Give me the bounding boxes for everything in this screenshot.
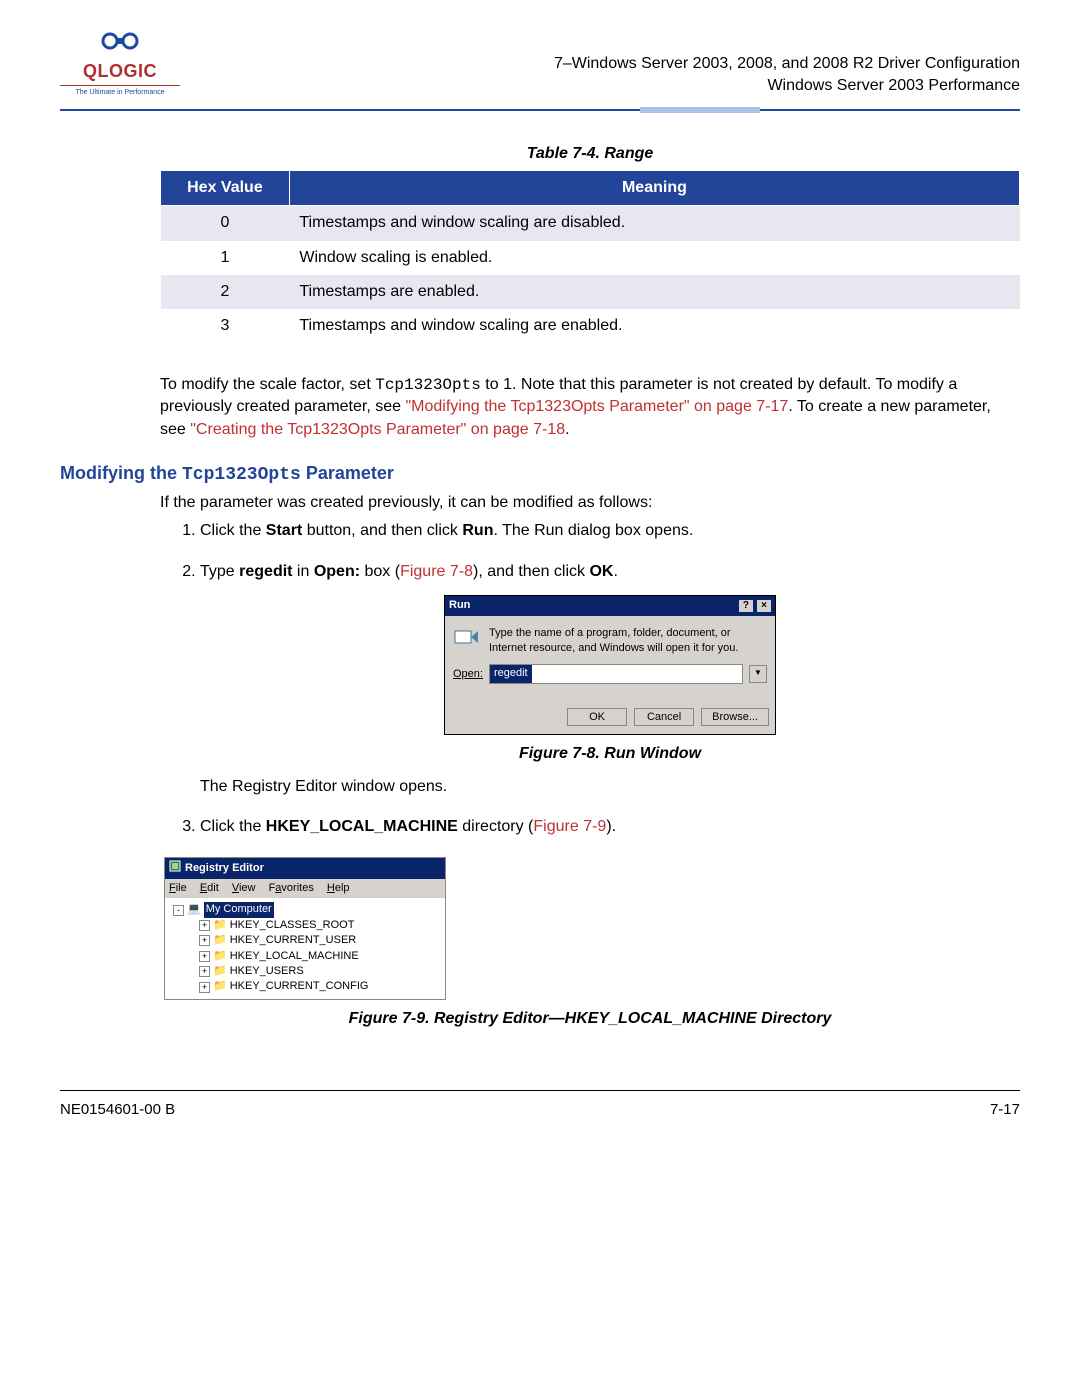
dropdown-icon[interactable]: ▼: [749, 665, 767, 683]
step-1: Click the Start button, and then click R…: [200, 520, 1020, 542]
open-label: Open:: [453, 667, 483, 682]
logo: QLOGIC The Ultimate in Performance: [60, 30, 180, 97]
expand-icon[interactable]: +: [199, 951, 210, 962]
open-input[interactable]: regedit: [489, 664, 743, 684]
logo-icon: [60, 30, 180, 59]
tree-key[interactable]: HKEY_CLASSES_ROOT: [230, 918, 355, 933]
run-dialog-title: Run: [449, 598, 470, 613]
folder-icon: 📁: [213, 979, 227, 994]
expand-icon[interactable]: +: [199, 935, 210, 946]
section-intro: If the parameter was created previously,…: [160, 492, 1020, 514]
folder-icon: 📁: [213, 918, 227, 933]
ok-button[interactable]: OK: [567, 708, 627, 726]
expand-icon[interactable]: +: [199, 982, 210, 993]
logo-tagline: The Ultimate in Performance: [60, 85, 180, 98]
registry-tree: - 💻 My Computer +📁HKEY_CLASSES_ROOT +📁HK…: [165, 898, 445, 998]
range-table: Hex Value Meaning 0Timestamps and window…: [160, 170, 1020, 344]
browse-button[interactable]: Browse...: [701, 708, 769, 726]
folder-icon: 📁: [213, 949, 227, 964]
close-icon[interactable]: ×: [757, 600, 771, 612]
cancel-button[interactable]: Cancel: [634, 708, 694, 726]
footer-page-number: 7-17: [990, 1099, 1020, 1120]
tree-key[interactable]: HKEY_LOCAL_MACHINE: [230, 949, 359, 964]
figure-7-9-caption: Figure 7-9. Registry Editor—HKEY_LOCAL_M…: [160, 1008, 1020, 1030]
step-3: Click the HKEY_LOCAL_MACHINE directory (…: [200, 816, 1020, 838]
figure-7-8-caption: Figure 7-8. Run Window: [200, 743, 1020, 765]
footer-doc-id: NE0154601-00 B: [60, 1099, 175, 1120]
table-row: 3Timestamps and window scaling are enabl…: [161, 309, 1020, 343]
step-2: Type regedit in Open: box (Figure 7-8), …: [200, 561, 1020, 798]
page-header-text: 7–Windows Server 2003, 2008, and 2008 R2…: [554, 53, 1020, 98]
logo-text: QLOGIC: [60, 59, 180, 84]
link-fig-7-8[interactable]: Figure 7-8: [400, 563, 473, 580]
collapse-icon[interactable]: -: [173, 905, 184, 916]
tree-key[interactable]: HKEY_USERS: [230, 964, 304, 979]
folder-icon: 📁: [213, 964, 227, 979]
link-creating[interactable]: "Creating the Tcp1323Opts Parameter" on …: [190, 421, 565, 438]
registry-editor: Registry Editor File Edit View Favorites…: [164, 857, 446, 1000]
menu-help[interactable]: Help: [327, 882, 350, 894]
table-row: 2Timestamps are enabled.: [161, 275, 1020, 309]
table-row: 1Window scaling is enabled.: [161, 241, 1020, 275]
regedit-title: Registry Editor: [185, 861, 264, 876]
regedit-icon: [169, 860, 181, 877]
run-desc: Type the name of a program, folder, docu…: [489, 626, 767, 657]
menu-bar: File Edit View Favorites Help: [165, 879, 445, 898]
computer-icon: 💻: [187, 902, 201, 917]
tree-my-computer[interactable]: My Computer: [204, 902, 274, 917]
section-heading: Modifying the Tcp1323Opts Parameter: [60, 461, 1020, 488]
run-dialog: Run ? × Type the name of a program, fold…: [444, 595, 776, 735]
menu-edit[interactable]: Edit: [200, 882, 219, 894]
header-rule: [60, 107, 1020, 113]
expand-icon[interactable]: +: [199, 920, 210, 931]
paragraph-scale-factor: To modify the scale factor, set Tcp1323O…: [160, 374, 1020, 441]
help-icon[interactable]: ?: [739, 600, 753, 612]
menu-view[interactable]: View: [232, 882, 256, 894]
header-line2: Windows Server 2003 Performance: [554, 75, 1020, 97]
link-fig-7-9[interactable]: Figure 7-9: [533, 818, 606, 835]
th-meaning: Meaning: [289, 170, 1019, 205]
menu-favorites[interactable]: Favorites: [269, 882, 314, 894]
after-step-2: The Registry Editor window opens.: [200, 776, 1020, 798]
header-line1: 7–Windows Server 2003, 2008, and 2008 R2…: [554, 53, 1020, 75]
tree-key[interactable]: HKEY_CURRENT_CONFIG: [230, 979, 369, 994]
link-modifying[interactable]: "Modifying the Tcp1323Opts Parameter" on…: [405, 398, 788, 415]
folder-icon: 📁: [213, 933, 227, 948]
run-icon: [453, 626, 481, 648]
table-caption: Table 7-4. Range: [160, 143, 1020, 165]
menu-file[interactable]: File: [169, 882, 187, 894]
tree-key[interactable]: HKEY_CURRENT_USER: [230, 933, 357, 948]
table-row: 0Timestamps and window scaling are disab…: [161, 206, 1020, 241]
expand-icon[interactable]: +: [199, 966, 210, 977]
th-hex: Hex Value: [161, 170, 290, 205]
